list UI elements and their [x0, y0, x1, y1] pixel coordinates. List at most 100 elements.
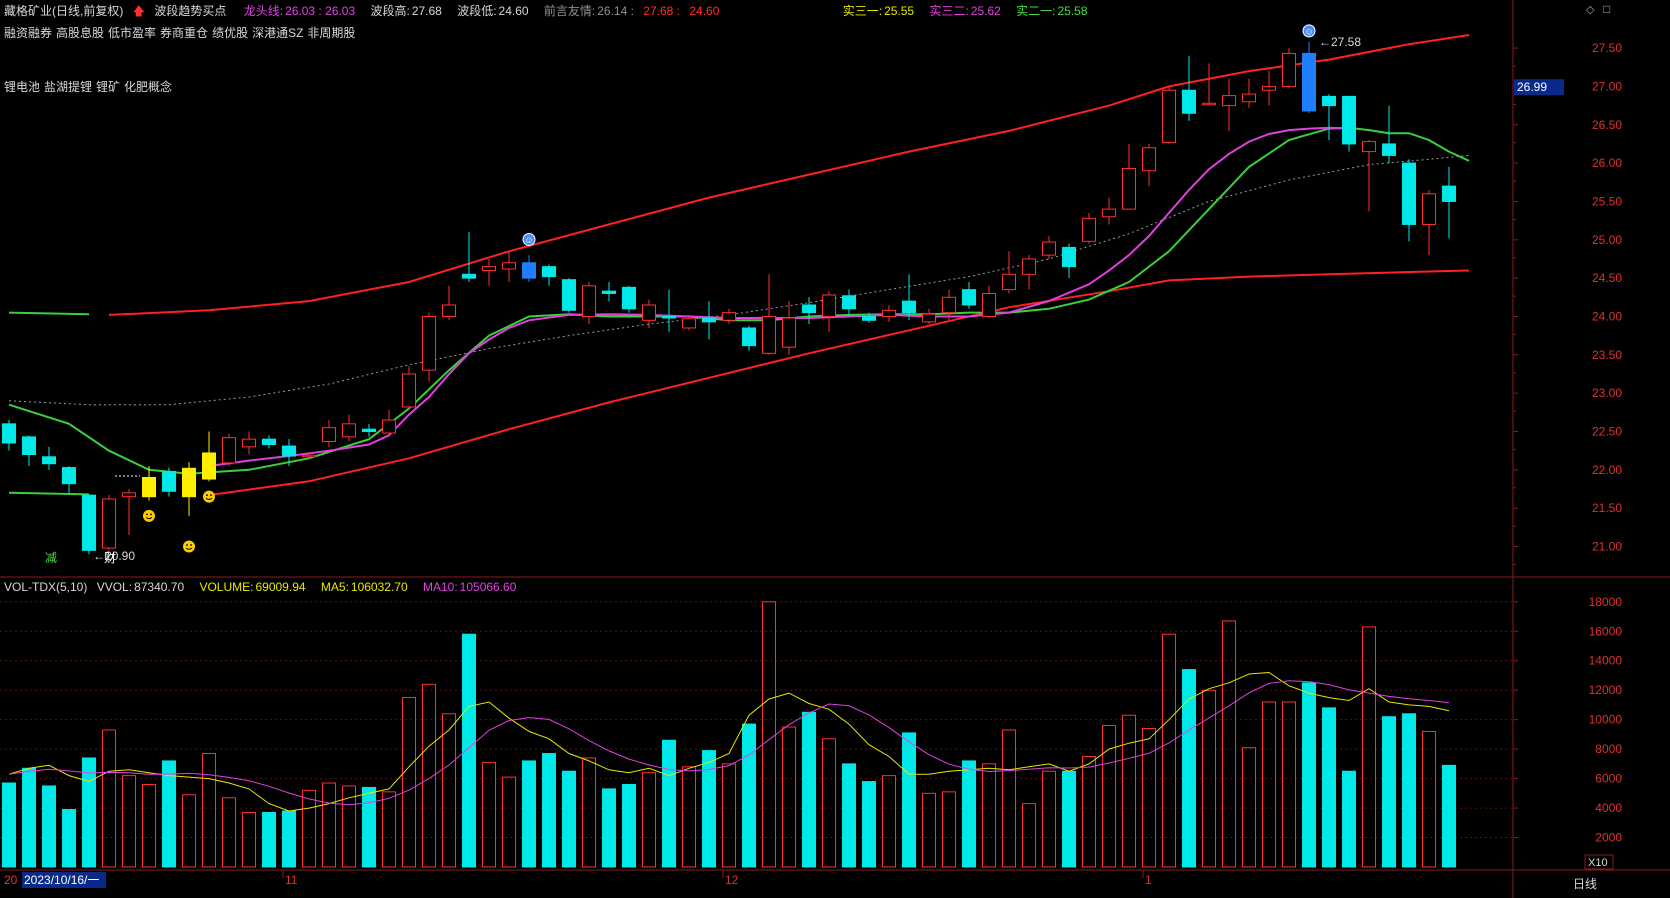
- candle-body[interactable]: [322, 427, 336, 442]
- candle-body[interactable]: [722, 312, 736, 321]
- volume-bar[interactable]: [502, 776, 516, 868]
- candle-body[interactable]: [1222, 95, 1236, 107]
- volume-bar[interactable]: [782, 726, 796, 868]
- candle-body[interactable]: [942, 296, 956, 314]
- volume-bar[interactable]: [1002, 729, 1016, 868]
- kline-chart[interactable]: ☺☺←27.58←20.90 27.5027.0026.5026.0025.50…: [0, 0, 1670, 898]
- volume-bar[interactable]: [222, 797, 236, 868]
- candle-body[interactable]: [302, 454, 316, 458]
- candle-body[interactable]: [262, 438, 276, 446]
- candle-body[interactable]: [1062, 246, 1076, 268]
- volume-bar[interactable]: [582, 757, 596, 868]
- volume-bar[interactable]: [1402, 713, 1416, 868]
- volume-bar[interactable]: [462, 633, 476, 868]
- candle-body[interactable]: [1002, 273, 1016, 291]
- candle-body[interactable]: [422, 315, 436, 371]
- candle-body[interactable]: [1202, 102, 1216, 106]
- candle-body[interactable]: [1382, 143, 1396, 156]
- candle-body[interactable]: [1362, 141, 1376, 153]
- candle-body[interactable]: [182, 467, 196, 498]
- volume-bar[interactable]: [2, 782, 16, 868]
- volume-bar[interactable]: [822, 738, 836, 868]
- candle-body[interactable]: [442, 304, 456, 317]
- volume-bar[interactable]: [1202, 689, 1216, 868]
- volume-bar[interactable]: [682, 766, 696, 868]
- volume-bar[interactable]: [1242, 747, 1256, 868]
- candle-body[interactable]: [1282, 52, 1296, 87]
- volume-bar[interactable]: [922, 792, 936, 868]
- candle-body[interactable]: [702, 317, 716, 323]
- candle-body[interactable]: [62, 467, 76, 485]
- volume-bar[interactable]: [882, 775, 896, 868]
- volume-bar[interactable]: [1102, 725, 1116, 868]
- volume-bar[interactable]: [142, 783, 156, 868]
- candle-body[interactable]: [222, 437, 236, 464]
- volume-bar[interactable]: [802, 711, 816, 868]
- current-date-label[interactable]: 2023/10/16/一: [24, 873, 99, 887]
- volume-bar[interactable]: [62, 809, 76, 868]
- volume-bar[interactable]: [562, 770, 576, 868]
- candle-body[interactable]: [1242, 93, 1256, 103]
- candle-body[interactable]: [362, 428, 376, 432]
- volume-bar[interactable]: [1322, 707, 1336, 868]
- volume-bar[interactable]: [1142, 728, 1156, 868]
- candle-body[interactable]: [762, 315, 776, 354]
- candle-body[interactable]: [622, 286, 636, 310]
- volume-bar[interactable]: [162, 760, 176, 868]
- candle-body[interactable]: [122, 492, 136, 498]
- candle-body[interactable]: [1402, 162, 1416, 225]
- candle-body[interactable]: [162, 470, 176, 492]
- candle-body[interactable]: [462, 273, 476, 279]
- candle-body[interactable]: [1142, 147, 1156, 172]
- candle-body[interactable]: [1102, 208, 1116, 218]
- candle-body[interactable]: [862, 315, 876, 321]
- volume-bar[interactable]: [642, 772, 656, 868]
- volume-bar[interactable]: [1262, 701, 1276, 868]
- candle-body[interactable]: [962, 289, 976, 306]
- volume-bar[interactable]: [1042, 770, 1056, 868]
- candle-body[interactable]: [1082, 217, 1096, 242]
- volume-bar[interactable]: [102, 729, 116, 868]
- candle-body[interactable]: [1042, 241, 1056, 256]
- volume-bar[interactable]: [762, 601, 776, 868]
- volume-bar[interactable]: [402, 697, 416, 868]
- volume-bar[interactable]: [1382, 716, 1396, 868]
- candle-body[interactable]: [882, 309, 896, 317]
- volume-bar[interactable]: [942, 791, 956, 868]
- candle-body[interactable]: [922, 313, 936, 323]
- volume-bar[interactable]: [262, 811, 276, 868]
- candle-body[interactable]: [562, 279, 576, 311]
- candle-body[interactable]: [582, 285, 596, 317]
- candle-body[interactable]: [102, 498, 116, 549]
- volume-bar[interactable]: [722, 763, 736, 868]
- candle-body[interactable]: [242, 438, 256, 448]
- candle-body[interactable]: [1342, 95, 1356, 145]
- candle-body[interactable]: [1442, 185, 1456, 202]
- candle-body[interactable]: [1262, 85, 1276, 91]
- volume-bar[interactable]: [602, 788, 616, 868]
- volume-bar[interactable]: [122, 775, 136, 868]
- candle-body[interactable]: [802, 304, 816, 314]
- volume-bar[interactable]: [362, 786, 376, 868]
- volume-bar[interactable]: [1162, 633, 1176, 868]
- candle-body[interactable]: [1182, 89, 1196, 114]
- volume-bar[interactable]: [742, 723, 756, 868]
- candle-body[interactable]: [282, 445, 296, 457]
- candle-body[interactable]: [902, 300, 916, 314]
- candle-body[interactable]: [2, 423, 16, 444]
- event-marker-reduce[interactable]: 减: [45, 551, 57, 565]
- volume-bar[interactable]: [1302, 682, 1316, 868]
- volume-bar[interactable]: [522, 760, 536, 868]
- period-label[interactable]: 日线: [1573, 877, 1597, 891]
- volume-bar[interactable]: [82, 757, 96, 868]
- candle-body[interactable]: [742, 327, 756, 347]
- volume-bar[interactable]: [862, 781, 876, 868]
- candle-body[interactable]: [642, 304, 656, 321]
- candle-body[interactable]: [342, 423, 356, 438]
- candle-body[interactable]: [142, 477, 156, 498]
- volume-bar[interactable]: [902, 732, 916, 868]
- candle-body[interactable]: [682, 318, 696, 329]
- volume-bar[interactable]: [622, 783, 636, 868]
- volume-bar[interactable]: [442, 713, 456, 868]
- candle-body[interactable]: [502, 262, 516, 270]
